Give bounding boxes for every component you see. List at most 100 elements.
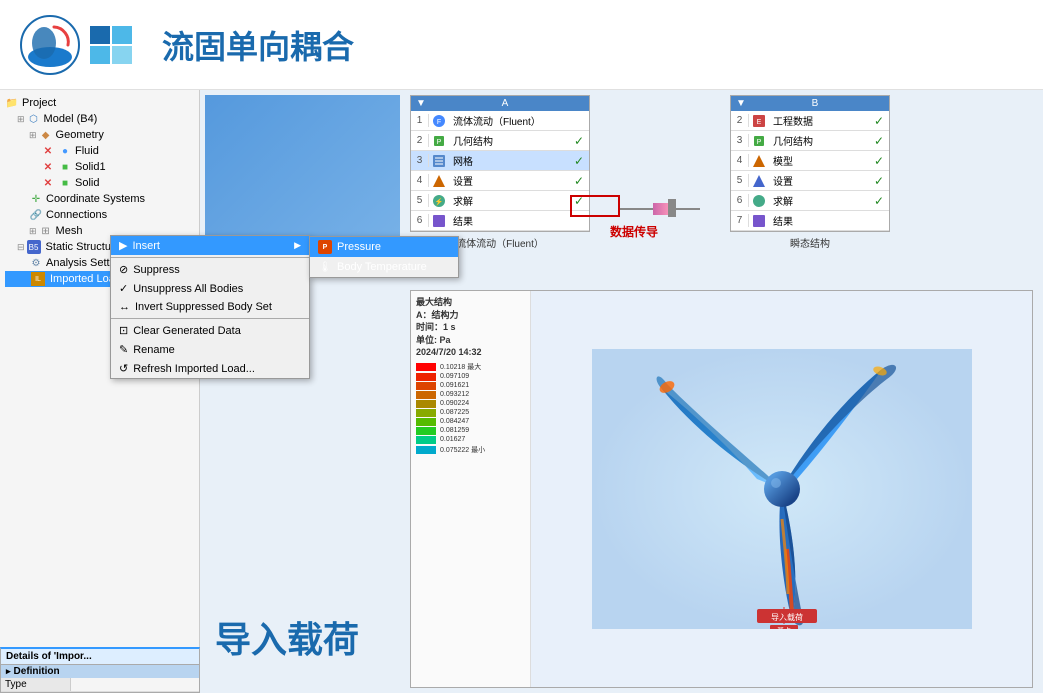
mesh-icon: ⊞ <box>39 224 53 238</box>
solid1-icon: ■ <box>58 160 72 174</box>
wb-label-b5: 设置 <box>769 172 869 189</box>
fluid-icon: ● <box>58 144 72 158</box>
submenu-body-temp[interactable]: 🌡 Body Temperature <box>310 257 458 277</box>
x-icon: ✕ <box>41 144 55 158</box>
line-a <box>620 208 655 210</box>
wb-icon-b6 <box>749 194 769 208</box>
wb-row-a2[interactable]: 2 P 几何结构 ✓ <box>411 131 589 151</box>
tree-label-conn: Connections <box>46 209 107 221</box>
wb-icon-a2: P <box>429 134 449 148</box>
wb-icon-a1: F <box>429 114 449 128</box>
ctx-insert-label: Insert <box>132 240 160 252</box>
legend-title: 最大结构A：结构力时间：1 s单位: Pa2024/7/20 14:32 <box>416 296 525 359</box>
details-panel: Details of 'Impor... Definition Type <box>0 647 200 693</box>
ctx-sep2 <box>111 318 309 319</box>
wb-header-a: ▼ A <box>411 96 589 111</box>
wb-row-a1[interactable]: 1 F 流体流动（Fluent） <box>411 111 589 131</box>
tree-item-project[interactable]: 📁 Project <box>5 95 194 111</box>
tree-item-model[interactable]: ⊞ ⬡ Model (B4) <box>5 111 194 127</box>
svg-text:P: P <box>437 139 442 146</box>
wb-check-a4: ✓ <box>569 174 589 188</box>
wb-row-a5[interactable]: 5 ⚡ 求解 ✓ <box>411 191 589 211</box>
logo-blocks <box>90 26 132 64</box>
model-icon: ⬡ <box>27 112 41 126</box>
submenu-arrow: ▶ <box>294 240 301 251</box>
wb-row-a4[interactable]: 4 设置 ✓ <box>411 171 589 191</box>
legend-entry: 0.081259 <box>416 427 525 435</box>
tree-label-solid1: Solid1 <box>75 161 106 173</box>
ctx-unsuppress[interactable]: ✓ Unsuppress All Bodies <box>111 279 309 298</box>
svg-text:⚡: ⚡ <box>435 197 444 206</box>
wb-row-b3[interactable]: 3 P 几何结构 ✓ <box>731 131 889 151</box>
wb-row-b6[interactable]: 6 求解 ✓ <box>731 191 889 211</box>
coord-icon: ✛ <box>29 192 43 206</box>
wb-table-b: ▼ B 2 E 工程数据 ✓ 3 <box>730 95 890 232</box>
svg-text:P: P <box>757 139 762 146</box>
submenu-pressure[interactable]: P Pressure <box>310 237 458 257</box>
wb-check-b3: ✓ <box>869 134 889 148</box>
right-area: ▼ A 1 F 流体流动（Fluent） 2 <box>200 90 1043 693</box>
wb-row-b4[interactable]: 4 模型 ✓ <box>731 151 889 171</box>
tree-item-conn[interactable]: 🔗 Connections <box>5 207 194 223</box>
wb-row-a6[interactable]: 6 结果 <box>411 211 589 231</box>
ctx-invert[interactable]: ↔ Invert Suppressed Body Set <box>111 298 309 316</box>
sub-title: 导入载荷 <box>215 611 359 663</box>
ctx-clear[interactable]: ⊡ Clear Generated Data <box>111 321 309 340</box>
wb-num-b2: 2 <box>731 114 749 127</box>
viz-area: 最大结构A：结构力时间：1 s单位: Pa2024/7/20 14:32 0.1… <box>410 290 1033 688</box>
legend-entry: 0.075222 最小 <box>416 445 525 455</box>
import-icon: IL <box>31 272 45 286</box>
wb-icon-b7 <box>749 214 769 228</box>
legend-entry: 0.01627 <box>416 436 525 444</box>
workbench-tables: ▼ A 1 F 流体流动（Fluent） 2 <box>410 95 890 275</box>
wb-num-a6: 6 <box>411 214 429 227</box>
wb-label-a4: 设置 <box>449 172 569 189</box>
wb-check-a5: ✓ <box>569 194 589 208</box>
details-val-type <box>71 678 79 691</box>
ctx-suppress[interactable]: ⊘ Suppress <box>111 260 309 279</box>
wb-row-b2[interactable]: 2 E 工程数据 ✓ <box>731 111 889 131</box>
wb-row-b7[interactable]: 7 结果 <box>731 211 889 231</box>
wb-num-a4: 4 <box>411 174 429 187</box>
wb-label-b2: 工程数据 <box>769 112 869 129</box>
main-content: 📁 Project ⊞ ⬡ Model (B4) ⊞ ◆ Geometry ✕ … <box>0 90 1043 693</box>
wb-check-a2: ✓ <box>569 134 589 148</box>
svg-text:F: F <box>437 119 441 126</box>
legend-entry: 0.090224 <box>416 400 525 408</box>
tree-item-solid[interactable]: ✕ ■ Solid <box>5 175 194 191</box>
tree-label-model: Model (B4) <box>44 113 98 125</box>
submenu: P Pressure 🌡 Body Temperature <box>309 236 459 278</box>
tree-item-solid1[interactable]: ✕ ■ Solid1 <box>5 159 194 175</box>
tree-item-fluid[interactable]: ✕ ● Fluid <box>5 143 194 159</box>
wb-label-a5: 求解 <box>449 192 569 209</box>
wb-num-b6: 6 <box>731 194 749 207</box>
refresh-icon: ↺ <box>119 362 128 375</box>
details-row-type: Type <box>1 678 199 692</box>
insert-icon: ▶ <box>119 239 127 252</box>
legend-entry: 0.087225 <box>416 409 525 417</box>
wb-row-a3[interactable]: 3 网格 ✓ <box>411 151 589 171</box>
wb-num-b4: 4 <box>731 154 749 167</box>
body-temp-icon: 🌡 <box>318 260 332 274</box>
wb-label-b7: 结果 <box>769 212 889 229</box>
wb-table-a: ▼ A 1 F 流体流动（Fluent） 2 <box>410 95 590 232</box>
wb-label-a6: 结果 <box>449 212 589 229</box>
wb-label-b6: 求解 <box>769 192 869 209</box>
tree-item-geometry[interactable]: ⊞ ◆ Geometry <box>5 127 194 143</box>
wb-num-a3: 3 <box>411 154 429 167</box>
wb-check-b2: ✓ <box>869 114 889 128</box>
invert-icon: ↔ <box>119 301 130 313</box>
wb-subtitle-a: 流体流动（Fluent） <box>456 235 544 250</box>
ctx-rename[interactable]: ✎ Rename <box>111 340 309 359</box>
ctx-refresh[interactable]: ↺ Refresh Imported Load... <box>111 359 309 378</box>
tree-label-solid: Solid <box>75 177 99 189</box>
unsuppress-icon: ✓ <box>119 282 128 295</box>
wb-sort-b: ▼ <box>736 98 746 109</box>
ctx-insert[interactable]: ▶ Insert ▶ P Pressure 🌡 Body Temperature <box>111 236 309 255</box>
wb-num-a2: 2 <box>411 134 429 147</box>
data-transfer-label: 数据传导 <box>610 223 658 240</box>
wb-icon-b4 <box>749 154 769 168</box>
geometry-icon: ◆ <box>39 128 53 142</box>
wb-row-b5[interactable]: 5 设置 ✓ <box>731 171 889 191</box>
tree-item-coord[interactable]: ✛ Coordinate Systems <box>5 191 194 207</box>
